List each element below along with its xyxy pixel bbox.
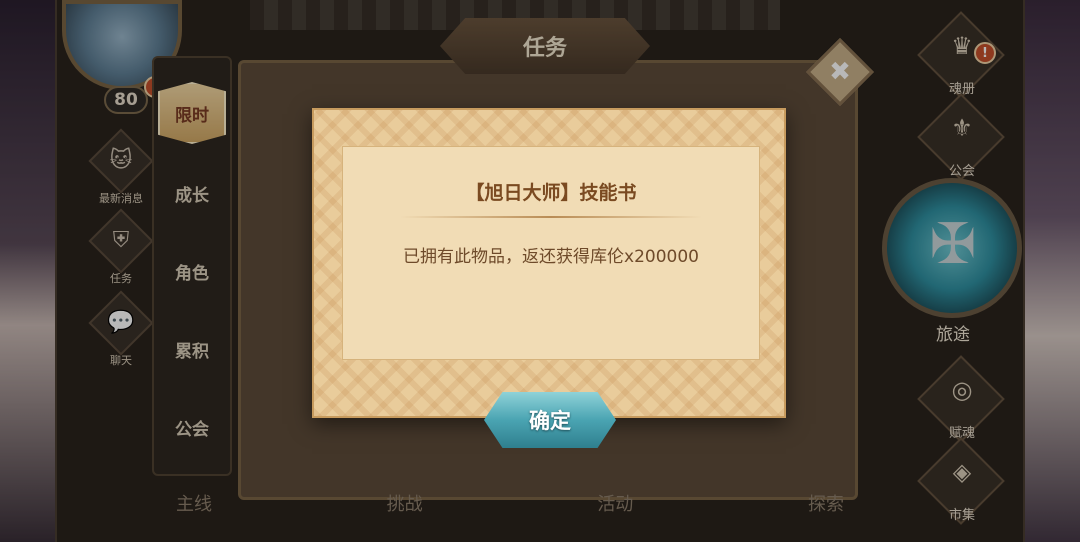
confirm-button[interactable]: 确定 — [484, 392, 616, 448]
dialog-title: 【旭日大师】技能书 — [465, 182, 637, 204]
dialog-message: 已拥有此物品，返还获得库伦x200000 — [403, 247, 699, 267]
item-dialog: 【旭日大师】技能书 已拥有此物品，返还获得库伦x200000 — [312, 108, 786, 418]
dialog-divider — [400, 216, 702, 218]
